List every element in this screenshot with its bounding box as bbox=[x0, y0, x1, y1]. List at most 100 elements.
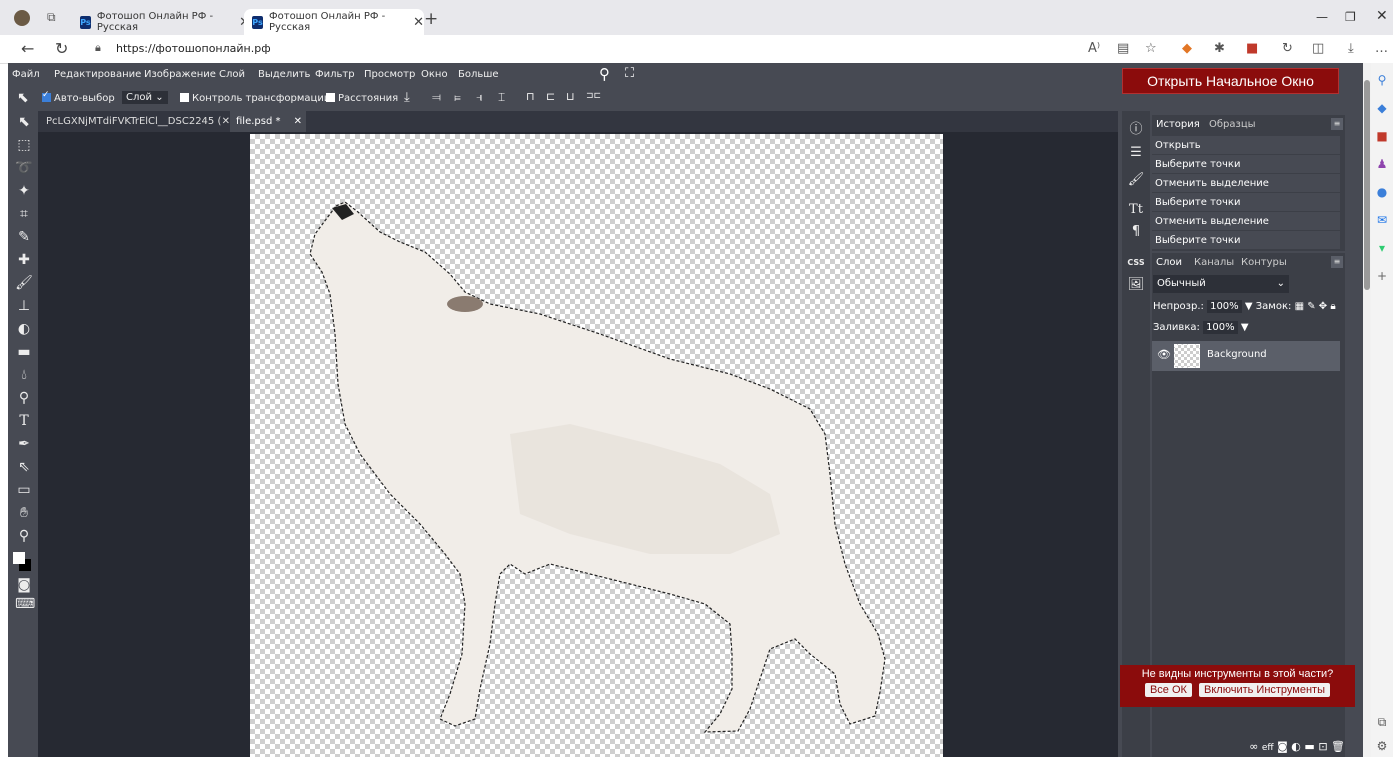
lock-icon[interactable]: 🔒︎ bbox=[95, 41, 101, 55]
lock-transparency-icon[interactable]: ▦ bbox=[1295, 301, 1304, 312]
link-icon[interactable]: ∞ bbox=[1249, 740, 1258, 753]
layer-item[interactable]: 👁︎ Background bbox=[1152, 341, 1340, 371]
type-tool-icon[interactable]: T bbox=[15, 412, 33, 430]
menu-layer[interactable]: Слой bbox=[219, 69, 245, 80]
image-icon[interactable]: 🖼︎ bbox=[1127, 276, 1145, 294]
fullscreen-icon[interactable]: ⛶ bbox=[625, 66, 634, 81]
brush-tool-icon[interactable]: 🖌︎ bbox=[15, 274, 33, 292]
menu-select[interactable]: Выделить bbox=[258, 69, 310, 80]
effects-icon[interactable]: eff bbox=[1262, 743, 1274, 753]
eraser-tool-icon[interactable]: ◐ bbox=[15, 320, 33, 338]
read-aloud-icon[interactable]: A⁾ bbox=[1088, 41, 1100, 56]
align-vertical-icon[interactable]: ⌶ bbox=[498, 90, 505, 105]
shopping-tag-icon[interactable]: ◆ bbox=[1375, 101, 1389, 115]
distribute-bottom-icon[interactable]: ⊔ bbox=[566, 90, 575, 103]
menu-file[interactable]: Файл bbox=[12, 69, 40, 80]
menu-filter[interactable]: Фильтр bbox=[315, 69, 355, 80]
doc-tab-1[interactable]: PcLGXNjMTdiFVKTrElCl__DSC2245 ( ✕ bbox=[40, 111, 230, 132]
reader-icon[interactable]: ▤ bbox=[1117, 41, 1129, 56]
align-left-icon[interactable]: ⫤ bbox=[432, 90, 441, 105]
folder-icon[interactable]: ▬ bbox=[1304, 740, 1314, 753]
tab-swatches[interactable]: Образцы bbox=[1209, 119, 1256, 130]
history-item[interactable]: Выберите точки bbox=[1152, 231, 1340, 250]
trash-icon[interactable]: 🗑︎ bbox=[1331, 740, 1345, 753]
character-icon[interactable]: Tt bbox=[1127, 201, 1145, 219]
fill-input[interactable]: 100% bbox=[1203, 321, 1238, 334]
brush-settings-icon[interactable]: 🖌︎ bbox=[1127, 171, 1145, 189]
adjustments-icon[interactable]: ☰ bbox=[1127, 144, 1145, 162]
page-scrollbar-thumb[interactable] bbox=[1364, 80, 1370, 290]
paragraph-icon[interactable]: ¶ bbox=[1127, 223, 1145, 241]
zoom-tool-icon[interactable]: ⚲ bbox=[15, 527, 33, 545]
close-window-icon[interactable]: ✕ bbox=[1376, 8, 1388, 24]
open-start-window-button[interactable]: Открыть Начальное Окно bbox=[1122, 68, 1339, 94]
outlook-icon[interactable]: ✉ bbox=[1375, 213, 1389, 227]
download-icon[interactable]: ⤓ bbox=[404, 90, 410, 105]
split-screen-icon[interactable]: ◫ bbox=[1312, 41, 1324, 56]
css-icon[interactable]: CSS bbox=[1127, 254, 1145, 272]
marquee-tool-icon[interactable]: ⬚ bbox=[15, 136, 33, 154]
tools-briefcase-icon[interactable]: ■ bbox=[1375, 129, 1389, 143]
opacity-input[interactable]: 100% bbox=[1207, 300, 1242, 313]
settings-gear-icon[interactable]: ⚙ bbox=[1375, 739, 1389, 753]
doc-tab-2[interactable]: file.psd * ✕ bbox=[230, 111, 306, 132]
layer-select-dropdown[interactable]: Слой ⌄ bbox=[122, 91, 168, 104]
path-select-tool-icon[interactable]: ⇖ bbox=[15, 458, 33, 476]
refresh-ext-icon[interactable]: ↻ bbox=[1282, 41, 1293, 56]
external-link-icon[interactable]: ⧉ bbox=[1375, 715, 1389, 729]
add-icon[interactable]: + bbox=[1375, 269, 1389, 283]
url-field[interactable]: https://фотошопонлайн.рф bbox=[116, 42, 271, 55]
blend-mode-select[interactable]: Обычный ⌄ bbox=[1153, 275, 1289, 293]
lock-brush-icon[interactable]: ✎ bbox=[1307, 301, 1315, 312]
mask-icon[interactable]: ◙ bbox=[1277, 740, 1288, 753]
pen-tool-icon[interactable]: ✒ bbox=[15, 435, 33, 453]
panel-menu-icon[interactable]: ≡ bbox=[1331, 118, 1343, 130]
tab-paths[interactable]: Контуры bbox=[1241, 257, 1287, 268]
auto-select-checkbox[interactable]: Авто-выбор bbox=[42, 90, 115, 104]
dodge-tool-icon[interactable]: ⚲ bbox=[15, 389, 33, 407]
lasso-tool-icon[interactable]: ➰ bbox=[15, 159, 33, 177]
distribute-middle-icon[interactable]: ⊏ bbox=[546, 90, 555, 103]
distribute-top-icon[interactable]: ⊓ bbox=[526, 90, 535, 103]
adjustment-layer-icon[interactable]: ◐ bbox=[1291, 740, 1301, 753]
search-icon[interactable]: ⚲ bbox=[599, 65, 610, 83]
extension-red-icon[interactable]: ■ bbox=[1246, 41, 1258, 56]
history-item[interactable]: Открыть bbox=[1152, 136, 1340, 155]
rectangle-tool-icon[interactable]: ▭ bbox=[15, 481, 33, 499]
designer-icon[interactable]: ▾ bbox=[1375, 241, 1389, 255]
info-icon[interactable]: ⓘ bbox=[1127, 121, 1145, 139]
refresh-icon[interactable]: ↻ bbox=[55, 39, 68, 58]
close-icon[interactable]: ✕ bbox=[294, 111, 302, 132]
distances-checkbox[interactable]: Расстояния bbox=[326, 93, 398, 104]
quick-mask-icon[interactable]: ◙ bbox=[15, 576, 33, 594]
keyboard-icon[interactable]: ⌨ bbox=[15, 595, 35, 613]
search-icon[interactable]: ⚲ bbox=[1375, 73, 1389, 87]
layer-name[interactable]: Background bbox=[1207, 349, 1267, 360]
downloads-icon[interactable]: ⤓ bbox=[1348, 41, 1354, 56]
enable-tools-button[interactable]: Включить Инструменты bbox=[1199, 683, 1331, 697]
healing-tool-icon[interactable]: ✚ bbox=[15, 251, 33, 269]
history-item[interactable]: Отменить выделение bbox=[1152, 212, 1340, 231]
menu-view[interactable]: Просмотр bbox=[364, 69, 415, 80]
hand-tool-icon[interactable]: ✋︎ bbox=[15, 504, 33, 522]
minimize-icon[interactable]: — bbox=[1316, 10, 1328, 24]
more-icon[interactable]: … bbox=[1375, 41, 1388, 56]
document-canvas[interactable] bbox=[250, 134, 943, 757]
align-right-icon[interactable]: ⫣ bbox=[476, 90, 483, 105]
chevron-down-icon[interactable]: ▼ bbox=[1241, 322, 1249, 333]
menu-window[interactable]: Окно bbox=[421, 69, 448, 80]
close-icon[interactable]: ✕ bbox=[413, 15, 424, 30]
office-icon[interactable]: ● bbox=[1375, 185, 1389, 199]
extension-icon[interactable]: ✱ bbox=[1214, 41, 1225, 56]
browser-tab-2[interactable]: Ps Фотошоп Онлайн РФ - Русская ✕ bbox=[244, 9, 424, 35]
chevron-down-icon[interactable]: ▼ bbox=[1245, 301, 1253, 312]
align-center-icon[interactable]: ⫢ bbox=[454, 90, 461, 105]
history-item[interactable]: Отменить выделение bbox=[1152, 174, 1340, 193]
menu-more[interactable]: Больше bbox=[458, 69, 499, 80]
move-tool-icon[interactable]: ⬉ bbox=[15, 113, 33, 131]
menu-image[interactable]: Изображение bbox=[144, 69, 216, 80]
workspaces-icon[interactable]: ⧉ bbox=[47, 10, 56, 25]
back-icon[interactable]: ← bbox=[21, 39, 34, 58]
lock-all-icon[interactable]: 🔒︎ bbox=[1330, 301, 1335, 312]
gradient-tool-icon[interactable]: ▬ bbox=[15, 343, 33, 361]
